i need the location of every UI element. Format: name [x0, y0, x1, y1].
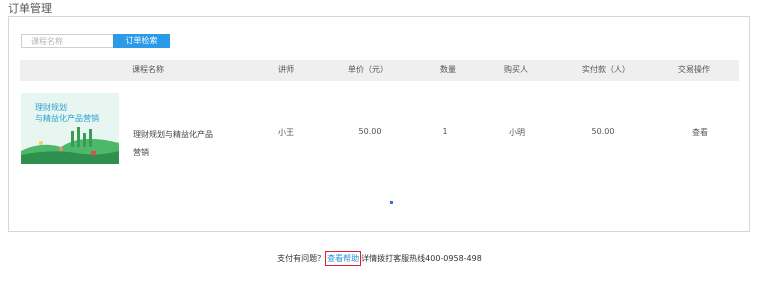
page-title: 订单管理 [8, 2, 52, 15]
view-order-link[interactable]: 查看 [692, 127, 708, 138]
course-name-search-input[interactable] [21, 34, 113, 48]
col-action: 交易操作 [678, 65, 710, 74]
course-name-link[interactable]: 理财规划与精益化产品营销 [133, 126, 217, 162]
search-bar: 订单检索 [21, 34, 170, 48]
col-course-name: 课程名称 [132, 65, 164, 74]
thumbnail-title-line2: 与精益化产品营销 [35, 114, 99, 123]
footer-prefix: 支付有问题？ [277, 254, 326, 263]
table-row: 理财规划 与精益化产品营销 理财规划与精益化产品营销 小王 50.00 1 小明… [20, 81, 739, 201]
col-paid: 实付款（人） [582, 65, 630, 74]
col-teacher: 讲师 [278, 65, 294, 74]
thumbnail-title-line1: 理财规划 [35, 103, 67, 112]
footer-help: 支付有问题？ 查看帮助 详情拨打客服热线400-0958-498 [0, 251, 759, 266]
col-unit-price: 单价（元） [348, 65, 388, 74]
table-header: 课程名称 讲师 单价（元） 数量 购买人 实付款（人） 交易操作 [20, 60, 739, 81]
view-help-link[interactable]: 查看帮助 [325, 251, 362, 266]
order-panel: 订单检索 课程名称 讲师 单价（元） 数量 购买人 实付款（人） 交易操作 理财… [8, 16, 750, 232]
price-cell: 50.00 [358, 127, 382, 136]
teacher-cell: 小王 [278, 128, 294, 137]
col-quantity: 数量 [440, 65, 456, 74]
loading-indicator-icon [390, 201, 393, 204]
order-search-button[interactable]: 订单检索 [113, 34, 170, 48]
footer-hotline: 详情拨打客服热线400-0958-498 [361, 254, 482, 263]
paid-cell: 50.00 [591, 127, 615, 136]
buyer-cell: 小明 [509, 128, 525, 137]
col-buyer: 购买人 [504, 65, 528, 74]
course-thumbnail[interactable]: 理财规划 与精益化产品营销 [21, 93, 119, 164]
quantity-cell: 1 [442, 127, 448, 136]
